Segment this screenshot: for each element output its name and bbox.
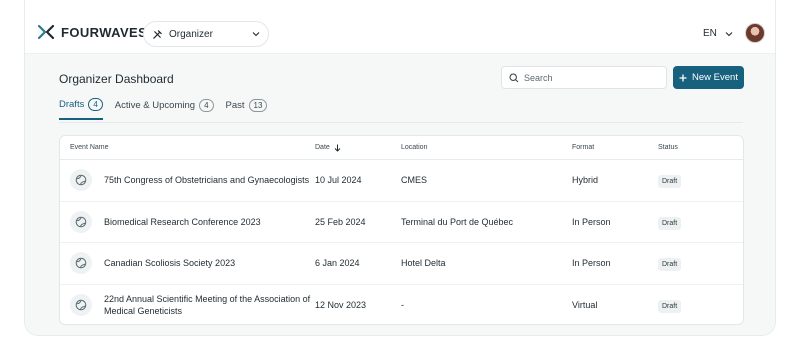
tab-count: 4 bbox=[199, 99, 214, 112]
event-location: Terminal du Port de Québec bbox=[401, 216, 514, 227]
plus-icon bbox=[679, 74, 687, 81]
table-header: Event Name Date Location Format Status bbox=[60, 136, 743, 160]
new-event-label: New Event bbox=[692, 72, 738, 83]
event-globe-icon bbox=[70, 294, 92, 317]
event-format: In Person bbox=[572, 258, 611, 269]
role-select[interactable]: Organizer bbox=[143, 21, 269, 47]
status-badge: Draft bbox=[658, 175, 682, 189]
event-date: 6 Jan 2024 bbox=[315, 258, 360, 269]
event-tabs: Drafts 4 Active & Upcoming 4 Past 13 bbox=[59, 98, 268, 120]
column-header-date[interactable]: Date bbox=[315, 144, 401, 152]
top-bar: FOURWAVES Organizer EN bbox=[25, 0, 775, 54]
status-badge: Draft bbox=[658, 258, 682, 272]
column-header-name[interactable]: Event Name bbox=[60, 144, 315, 151]
status-badge: Draft bbox=[658, 216, 682, 230]
events-table: Event Name Date Location Format Status 7… bbox=[59, 135, 744, 325]
table-row[interactable]: Biomedical Research Conference 2023 25 F… bbox=[60, 202, 743, 243]
search-icon bbox=[509, 72, 519, 82]
event-location: Hotel Delta bbox=[401, 258, 446, 269]
event-name[interactable]: 22nd Annual Scientific Meeting of the As… bbox=[104, 293, 315, 318]
tabs-divider bbox=[59, 122, 743, 123]
tools-icon bbox=[153, 29, 162, 39]
status-badge: Draft bbox=[658, 300, 682, 314]
tab-label: Drafts bbox=[59, 99, 85, 110]
event-location: CMES bbox=[401, 175, 428, 186]
tab-count: 13 bbox=[248, 99, 268, 112]
tab-label: Past bbox=[225, 100, 245, 111]
event-globe-icon bbox=[70, 210, 92, 233]
chevron-down-icon bbox=[725, 31, 733, 36]
language-select[interactable]: EN bbox=[703, 28, 733, 39]
search-placeholder: Search bbox=[524, 72, 553, 83]
table-row[interactable]: 22nd Annual Scientific Meeting of the As… bbox=[60, 285, 743, 325]
brand-logo[interactable]: FOURWAVES bbox=[37, 23, 147, 41]
column-header-status[interactable]: Status bbox=[658, 144, 738, 151]
event-globe-icon bbox=[70, 252, 92, 275]
role-select-value: Organizer bbox=[169, 28, 213, 40]
page-title: Organizer Dashboard bbox=[59, 72, 174, 86]
event-date: 25 Feb 2024 bbox=[315, 216, 366, 227]
event-date: 12 Nov 2023 bbox=[315, 300, 367, 311]
app-frame: FOURWAVES Organizer EN Organizer Dashboa… bbox=[24, 0, 776, 336]
user-avatar[interactable] bbox=[745, 23, 765, 43]
event-format: Hybrid bbox=[572, 175, 599, 186]
event-name[interactable]: Biomedical Research Conference 2023 bbox=[104, 216, 261, 229]
event-name[interactable]: Canadian Scoliosis Society 2023 bbox=[104, 257, 235, 270]
tab-count: 4 bbox=[88, 98, 103, 111]
brand-name: FOURWAVES bbox=[61, 24, 148, 40]
event-format: Virtual bbox=[572, 300, 598, 311]
column-header-location[interactable]: Location bbox=[401, 144, 572, 151]
new-event-button[interactable]: New Event bbox=[673, 66, 744, 89]
event-format: In Person bbox=[572, 216, 611, 227]
tab-drafts[interactable]: Drafts 4 bbox=[59, 98, 103, 120]
event-location: - bbox=[401, 300, 404, 311]
chevron-down-icon bbox=[252, 32, 260, 37]
language-value: EN bbox=[703, 28, 717, 39]
fourwaves-logo-icon bbox=[37, 24, 55, 40]
tab-label: Active & Upcoming bbox=[114, 100, 196, 111]
search-input[interactable]: Search bbox=[501, 66, 667, 89]
tab-past[interactable]: Past 13 bbox=[226, 98, 268, 120]
event-date: 10 Jul 2024 bbox=[315, 175, 362, 186]
column-header-format[interactable]: Format bbox=[572, 144, 658, 151]
event-globe-icon bbox=[70, 169, 92, 192]
tab-active-upcoming[interactable]: Active & Upcoming 4 bbox=[115, 98, 214, 120]
table-row[interactable]: Canadian Scoliosis Society 2023 6 Jan 20… bbox=[60, 243, 743, 285]
event-name[interactable]: 75th Congress of Obstetricians and Gynae… bbox=[104, 174, 309, 187]
table-row[interactable]: 75th Congress of Obstetricians and Gynae… bbox=[60, 160, 743, 202]
sort-down-arrow-icon bbox=[334, 144, 341, 152]
column-header-date-label: Date bbox=[315, 144, 330, 151]
